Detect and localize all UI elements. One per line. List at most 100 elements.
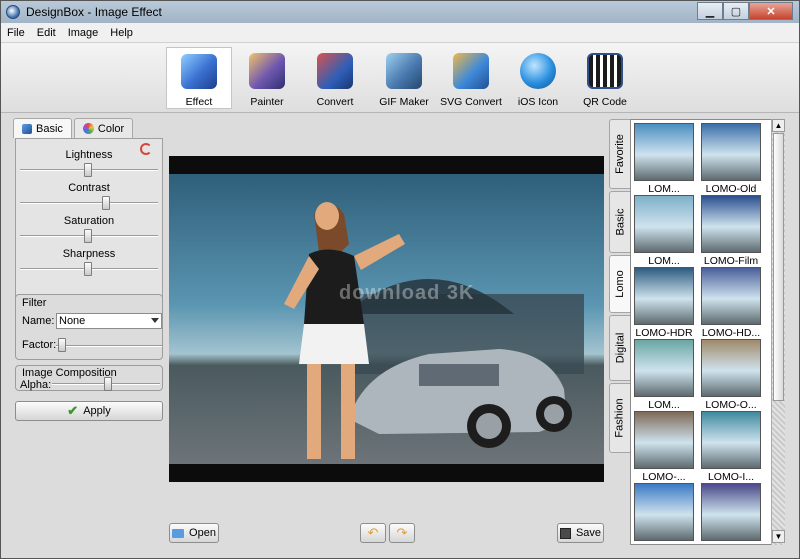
tab-favorite-label: Favorite [614,134,626,174]
effect-thumbnail[interactable] [701,483,761,541]
effect-thumbnail-label: LOMO-HD... [701,327,761,339]
color-wheel-icon [82,123,94,134]
tab-basic-effects[interactable]: Basic [609,191,631,253]
sharpness-label: Sharpness [62,248,116,260]
effect-thumbnail-label: LOMO-Film [703,255,759,267]
title-bar[interactable]: DesignBox - Image Effect ▁ ▢ ✕ [1,1,799,23]
save-button[interactable]: Save [557,523,604,543]
menu-image[interactable]: Image [62,27,105,39]
effect-thumbnail[interactable] [701,411,761,469]
tab-basic-effects-label: Basic [614,208,626,236]
menu-bar: File Edit Image Help [1,23,799,43]
tool-ios-icon[interactable]: iOS Icon [505,47,571,109]
tool-label: iOS Icon [517,96,559,108]
adjustments-box: Lightness Contrast Saturation Sharpness [15,138,163,302]
filter-name-value: None [59,315,86,327]
tool-effect[interactable]: Effect [166,47,232,109]
scroll-thumb[interactable] [773,133,784,401]
contrast-slider-thumb[interactable] [102,196,110,210]
folder-icon [172,528,185,538]
effect-thumbnail-label: LOM... [648,183,680,195]
effect-thumbnail[interactable] [701,123,761,181]
redo-button[interactable]: ↷ [389,523,415,543]
gallery-scrollbar[interactable]: ▲ ▼ [771,119,785,545]
tab-color-label: Color [97,122,125,135]
tab-lomo-label: Lomo [614,270,626,298]
tool-gif-maker[interactable]: GIF Maker [371,47,437,109]
filter-title: Filter [22,297,47,309]
tool-qr-code[interactable]: QR Code [572,47,638,109]
filter-group: Filter Name: None Factor: [15,294,163,360]
gif-maker-icon [386,53,422,89]
minimize-button[interactable]: ▁ [697,2,723,20]
tool-painter[interactable]: Painter [234,47,300,109]
tool-label: Convert [316,96,354,108]
menu-file[interactable]: File [1,27,31,39]
contrast-slider-track[interactable] [20,202,158,204]
effect-thumbnail[interactable] [634,267,694,325]
effect-gallery: LOM... LOMO-Old LOM... LOMO-Film LOMO-HDR LOM… [630,119,785,545]
apply-button[interactable]: ✔ Apply [15,401,163,421]
app-window: DesignBox - Image Effect ▁ ▢ ✕ File Edit… [0,0,800,559]
tab-color[interactable]: Color [73,118,134,138]
undo-button[interactable]: ↶ [360,523,386,543]
effect-thumbnail-label: LOMO-O... [705,399,757,411]
open-button[interactable]: Open [169,523,219,543]
scroll-up-button[interactable]: ▲ [772,119,785,132]
main-toolbar: Effect Painter Convert GIF Maker SVG Con… [1,43,799,113]
tab-basic[interactable]: Basic [13,118,72,138]
composition-group: Image Composition Alpha: [15,365,163,391]
app-logo-icon [6,5,20,19]
maximize-button[interactable]: ▢ [723,2,749,20]
close-button[interactable]: ✕ [749,2,793,20]
lightness-slider-thumb[interactable] [84,163,92,177]
tab-lomo[interactable]: Lomo [609,255,631,313]
tool-label: SVG Convert [440,96,502,108]
alpha-slider-thumb[interactable] [104,377,112,391]
alpha-label: Alpha: [20,379,52,391]
effect-thumbnail[interactable] [634,123,694,181]
tool-convert[interactable]: Convert [302,47,368,109]
factor-slider-track[interactable] [56,345,162,347]
contrast-label: Contrast [68,182,110,194]
image-preview[interactable]: download 3K [169,156,604,482]
category-tabs: Favorite Basic Lomo Digital Fashion [609,119,631,455]
effect-thumbnail-label: LOM... [648,399,680,411]
window-controls: ▁ ▢ ✕ [697,2,793,20]
convert-icon [317,53,353,89]
sharpness-slider-thumb[interactable] [84,262,92,276]
undo-icon: ↶ [367,525,379,540]
photo-scene [284,202,584,459]
open-label: Open [189,527,216,539]
scroll-down-button[interactable]: ▼ [772,530,785,543]
bottom-bar: Open ↶ ↷ Save [169,523,604,547]
menu-edit[interactable]: Edit [31,27,62,39]
tab-digital[interactable]: Digital [609,315,631,381]
tab-fashion[interactable]: Fashion [609,383,631,453]
filter-name-select[interactable]: None [56,313,162,329]
tab-fashion-label: Fashion [614,398,627,438]
effect-thumbnail[interactable] [701,339,761,397]
tab-favorite[interactable]: Favorite [609,119,631,189]
effect-thumbnail[interactable] [634,411,694,469]
effect-thumbnail-label: LOMO-Old [705,183,757,195]
tool-svg-convert[interactable]: SVG Convert [438,47,504,109]
effect-thumbnail[interactable] [701,267,761,325]
menu-help[interactable]: Help [104,27,139,39]
effect-thumbnail[interactable] [634,195,694,253]
watermark-text: download 3K [339,282,475,304]
effect-thumbnail[interactable] [701,195,761,253]
tool-label: GIF Maker [379,96,429,108]
saturation-label: Saturation [63,215,115,227]
effect-thumbnail[interactable] [634,483,694,541]
tab-digital-label: Digital [614,332,627,364]
chevron-down-icon [151,318,159,323]
effect-thumbnail-label: LOM... [648,255,680,267]
factor-slider-thumb[interactable] [58,338,66,352]
save-label: Save [575,527,602,539]
effect-thumbnail[interactable] [634,339,694,397]
saturation-slider-thumb[interactable] [84,229,92,243]
qr-code-icon [587,53,623,89]
redo-icon: ↷ [396,525,408,540]
tool-label: QR Code [583,96,627,108]
